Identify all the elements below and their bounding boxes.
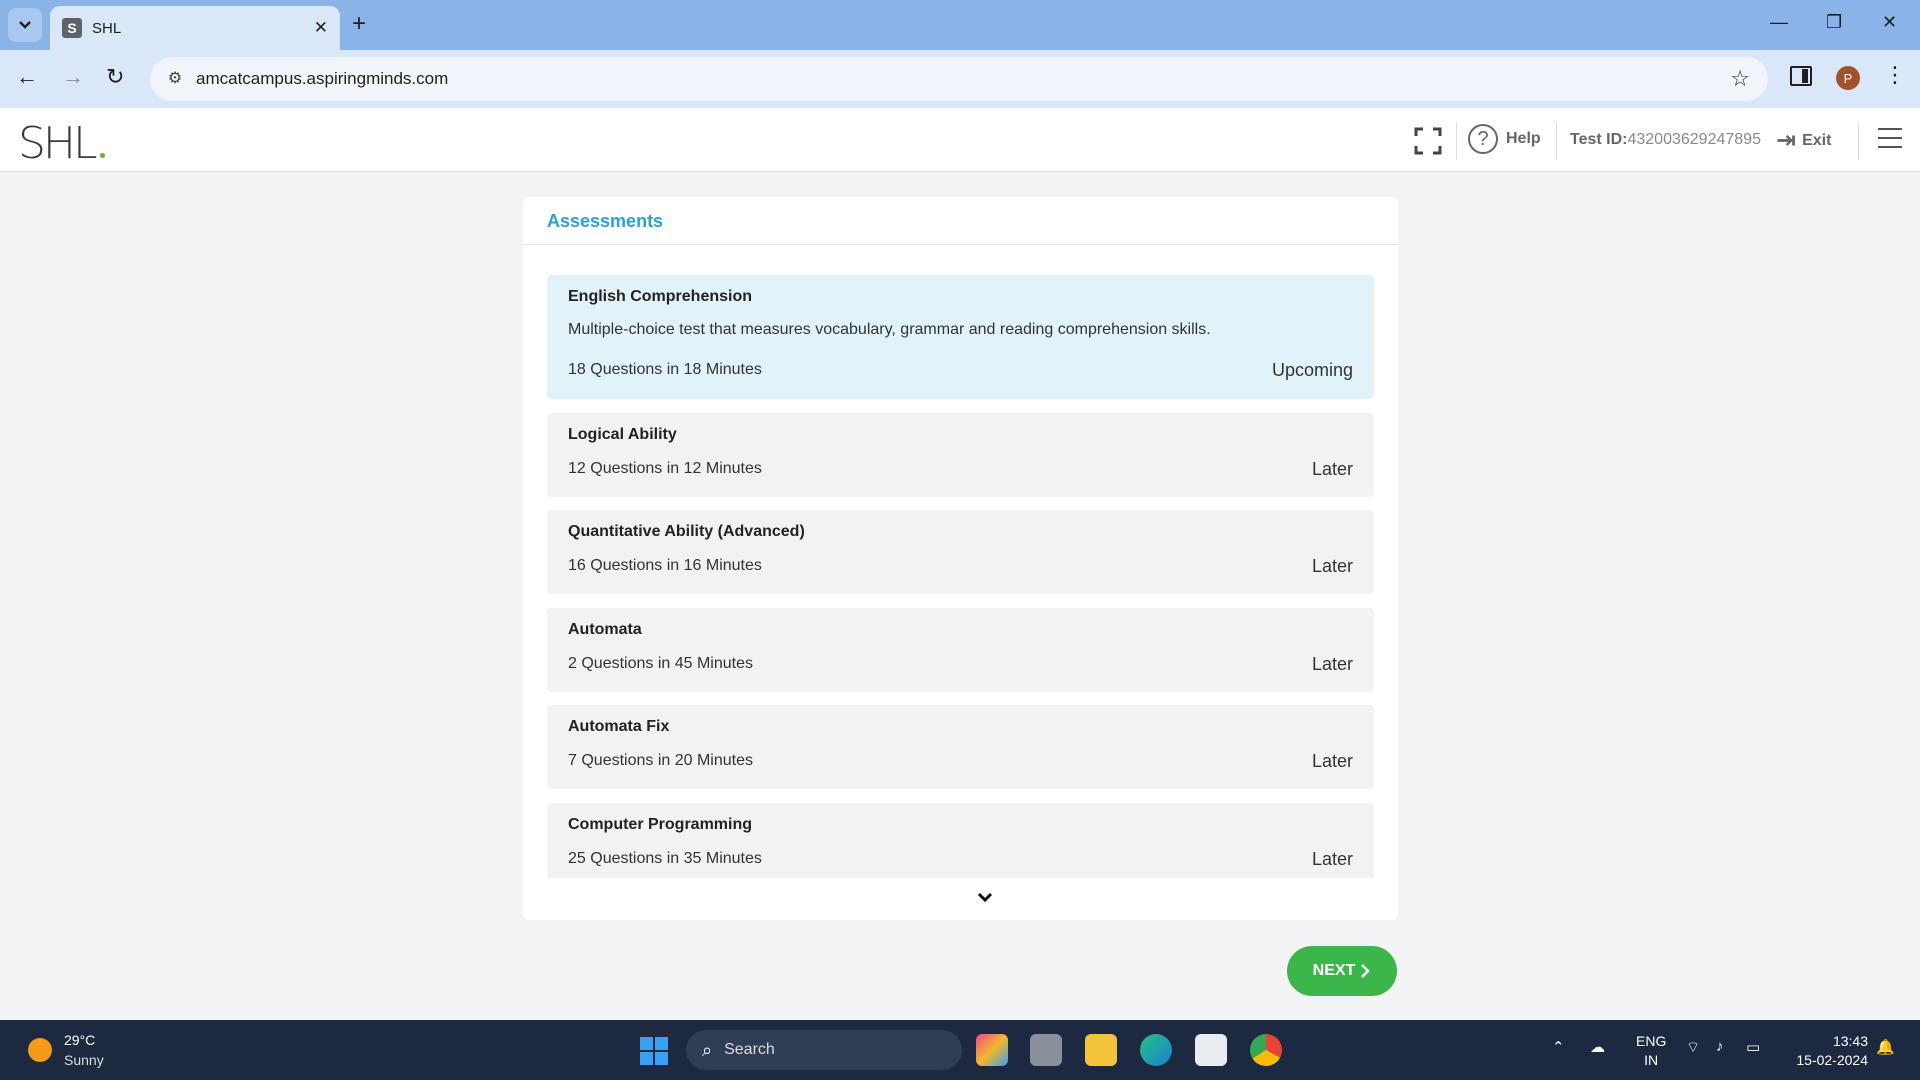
assessment-name: Logical Ability bbox=[568, 426, 677, 443]
language-indicator[interactable]: ENG IN bbox=[1636, 1032, 1666, 1070]
test-id-value: 432003629247895 bbox=[1627, 131, 1761, 148]
browser-tab[interactable]: S SHL ✕ bbox=[50, 6, 340, 50]
next-label: NEXT bbox=[1312, 962, 1356, 979]
assessment-name: Automata bbox=[568, 621, 642, 638]
copilot-icon[interactable] bbox=[976, 1034, 1008, 1066]
notification-bell-icon[interactable]: 🔔 bbox=[1876, 1038, 1895, 1056]
new-tab-icon[interactable]: + bbox=[352, 10, 366, 38]
assessment-status: Later bbox=[1311, 849, 1353, 869]
show-hidden-icons-icon[interactable]: ⌃ bbox=[1552, 1038, 1565, 1056]
taskbar-search[interactable]: ⌕ Search bbox=[686, 1030, 962, 1070]
search-placeholder: Search bbox=[724, 1041, 775, 1058]
assessment-description: Multiple-choice test that measures vocab… bbox=[568, 321, 1211, 338]
assessment-meta: 7 Questions in 20 Minutes bbox=[568, 752, 753, 769]
logo-text: SHL bbox=[18, 118, 98, 169]
test-id-label: Test ID: bbox=[1570, 131, 1628, 148]
assessment-card-automata-fix[interactable]: Automata Fix 7 Questions in 20 Minutes L… bbox=[547, 705, 1374, 789]
tab-title: SHL bbox=[92, 19, 122, 37]
edge-icon[interactable] bbox=[1140, 1034, 1172, 1066]
scroll-down-chevron-icon[interactable] bbox=[976, 891, 994, 903]
browser-menu-icon[interactable]: ⋮ bbox=[1884, 62, 1906, 88]
close-tab-icon[interactable]: ✕ bbox=[314, 18, 328, 38]
forward-icon[interactable]: → bbox=[62, 64, 84, 90]
windows-start-icon[interactable] bbox=[640, 1037, 668, 1065]
chevron-down-icon bbox=[19, 21, 31, 29]
help-button[interactable]: ? Help bbox=[1468, 124, 1541, 154]
next-button[interactable]: NEXT bbox=[1287, 946, 1397, 996]
panel-divider bbox=[523, 244, 1398, 245]
store-icon[interactable] bbox=[1195, 1034, 1227, 1066]
shl-favicon-icon: S bbox=[62, 18, 82, 38]
assessment-name: Automata Fix bbox=[568, 718, 670, 735]
assessment-list[interactable]: English Comprehension Multiple-choice te… bbox=[547, 275, 1374, 878]
clock-time: 13:43 bbox=[1832, 1033, 1868, 1049]
language-bottom: IN bbox=[1644, 1052, 1659, 1068]
assessment-name: Computer Programming bbox=[568, 816, 753, 833]
language-top: ENG bbox=[1636, 1033, 1667, 1049]
assessment-status: Later bbox=[1311, 459, 1353, 479]
wifi-icon[interactable]: ⌔ bbox=[1686, 1038, 1700, 1057]
help-label: Help bbox=[1506, 130, 1541, 147]
panel-title: Assessments bbox=[547, 211, 664, 231]
assessment-status: Later bbox=[1311, 654, 1353, 674]
weather-description[interactable]: Sunny bbox=[64, 1052, 104, 1068]
assessment-card-english[interactable]: English Comprehension Multiple-choice te… bbox=[547, 275, 1374, 399]
assessment-card-logical[interactable]: Logical Ability 12 Questions in 12 Minut… bbox=[547, 413, 1374, 497]
app-header: SHL ? Help Test ID:432003629247895 ⇥ Exi… bbox=[0, 108, 1920, 172]
browser-tab-strip: S SHL ✕ + — ❐ ✕ bbox=[0, 0, 1920, 50]
chrome-icon[interactable] bbox=[1250, 1034, 1282, 1066]
close-window-icon[interactable]: ✕ bbox=[1882, 12, 1897, 33]
assessment-meta: 2 Questions in 45 Minutes bbox=[568, 655, 753, 672]
assessment-name: English Comprehension bbox=[568, 288, 753, 305]
minimize-icon[interactable]: — bbox=[1770, 12, 1788, 33]
assessment-meta: 25 Questions in 35 Minutes bbox=[568, 850, 762, 867]
exit-button[interactable]: ⇥ Exit bbox=[1776, 126, 1831, 155]
test-id: Test ID:432003629247895 bbox=[1570, 131, 1761, 149]
task-view-icon[interactable] bbox=[1030, 1034, 1062, 1066]
assessment-status: Later bbox=[1311, 751, 1353, 771]
file-explorer-icon[interactable] bbox=[1085, 1034, 1117, 1066]
exit-icon: ⇥ bbox=[1776, 127, 1797, 154]
tab-search-button[interactable] bbox=[8, 8, 42, 42]
site-info-icon[interactable]: ⚙ bbox=[164, 68, 186, 90]
header-divider bbox=[1556, 122, 1557, 160]
assessment-meta: 18 Questions in 18 Minutes bbox=[568, 361, 762, 378]
chevron-right-icon bbox=[1361, 964, 1371, 978]
windows-taskbar: 29°C Sunny ⌕ Search ⌃ ☁ ENG IN ⌔ ♪ ▭ 13:… bbox=[0, 1020, 1920, 1080]
exit-label: Exit bbox=[1802, 131, 1832, 149]
fullscreen-icon[interactable] bbox=[1414, 127, 1442, 155]
weather-temperature[interactable]: 29°C bbox=[64, 1032, 95, 1048]
sun-icon[interactable] bbox=[28, 1038, 52, 1062]
browser-toolbar: ← → ↻ ⚙ amcatcampus.aspiringminds.com ☆ … bbox=[0, 50, 1920, 108]
assessment-meta: 12 Questions in 12 Minutes bbox=[568, 460, 762, 477]
reload-icon[interactable]: ↻ bbox=[106, 64, 124, 90]
search-icon: ⌕ bbox=[702, 1039, 713, 1060]
assessment-name: Quantitative Ability (Advanced) bbox=[568, 523, 805, 540]
clock-date: 15-02-2024 bbox=[1796, 1052, 1868, 1068]
header-divider bbox=[1858, 122, 1859, 160]
bookmark-star-icon[interactable]: ☆ bbox=[1730, 66, 1750, 92]
system-clock[interactable]: 13:43 15-02-2024 bbox=[1786, 1032, 1868, 1070]
header-divider bbox=[1456, 122, 1457, 160]
assessment-card-programming[interactable]: Computer Programming 25 Questions in 35 … bbox=[547, 803, 1374, 878]
logo-dot bbox=[99, 153, 105, 158]
hamburger-menu-icon[interactable] bbox=[1878, 128, 1902, 155]
side-panel-icon[interactable] bbox=[1790, 66, 1812, 86]
profile-avatar[interactable]: P bbox=[1836, 66, 1860, 90]
assessment-meta: 16 Questions in 16 Minutes bbox=[568, 557, 762, 574]
assessment-card-quantitative[interactable]: Quantitative Ability (Advanced) 16 Quest… bbox=[547, 510, 1374, 594]
question-icon: ? bbox=[1468, 124, 1498, 154]
assessment-status: Upcoming bbox=[1271, 360, 1353, 380]
onedrive-icon[interactable]: ☁ bbox=[1590, 1038, 1605, 1056]
back-icon[interactable]: ← bbox=[16, 64, 38, 90]
restore-icon[interactable]: ❐ bbox=[1826, 12, 1842, 33]
volume-icon[interactable]: ♪ bbox=[1716, 1038, 1724, 1055]
assessments-panel: Assessments English Comprehension Multip… bbox=[523, 197, 1398, 920]
url-text[interactable]: amcatcampus.aspiringminds.com bbox=[196, 69, 448, 89]
address-bar[interactable]: ⚙ amcatcampus.aspiringminds.com ☆ bbox=[150, 57, 1768, 101]
shl-logo: SHL bbox=[18, 118, 105, 169]
assessment-status: Later bbox=[1311, 556, 1353, 576]
battery-icon[interactable]: ▭ bbox=[1746, 1038, 1760, 1056]
assessment-card-automata[interactable]: Automata 2 Questions in 45 Minutes Later bbox=[547, 608, 1374, 692]
